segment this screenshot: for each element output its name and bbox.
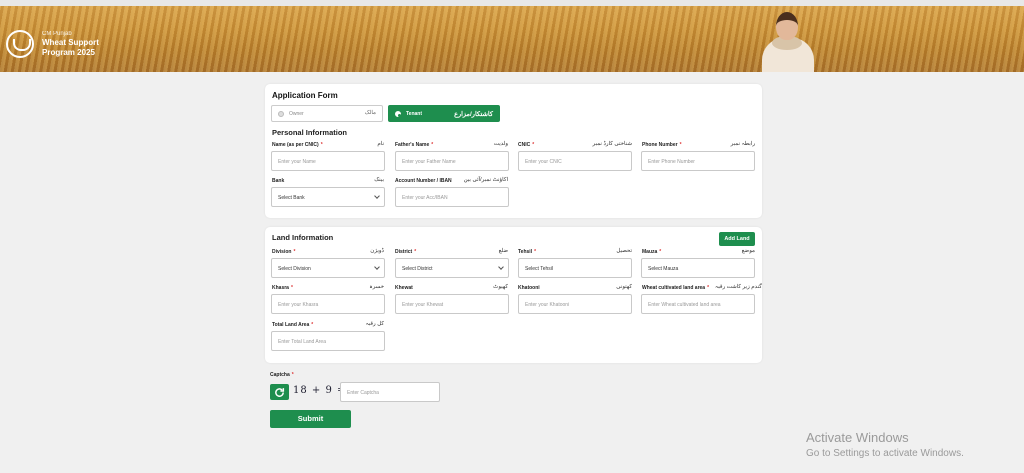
program-small-label: CM Punjab	[42, 31, 72, 37]
tenant-option[interactable]: Tenant کاشتکار/مزارع	[388, 105, 500, 122]
account-label: Account Number / IBAN	[395, 178, 452, 184]
division-urdu-label: ڈویژن	[370, 248, 384, 254]
tenant-urdu-label: کاشتکار/مزارع	[454, 111, 493, 118]
tenant-label: Tenant	[406, 111, 423, 117]
wheat-area-label: Wheat cultivated land area *	[642, 285, 710, 291]
division-select-value: Select Division	[278, 266, 311, 272]
tehsil-select[interactable]: Select Tehsil	[518, 258, 632, 278]
account-input[interactable]: Enter your Acc/IBAN	[395, 187, 509, 207]
khewat-urdu-label: کھیوٹ	[493, 284, 508, 290]
total-area-urdu-label: کل رقبہ	[365, 321, 384, 327]
owner-urdu-label: مالک	[364, 110, 376, 116]
owner-label: Owner	[289, 111, 304, 117]
division-select[interactable]: Select Division	[271, 258, 385, 278]
activate-windows-subtitle: Go to Settings to activate Windows.	[806, 448, 964, 459]
bank-urdu-label: بینک	[374, 177, 384, 183]
chevron-down-icon	[374, 193, 380, 199]
top-band	[0, 0, 1024, 6]
district-label: District *	[395, 249, 417, 255]
total-area-input[interactable]: Enter Total Land Area	[271, 331, 385, 351]
refresh-icon	[275, 387, 285, 397]
khewat-input[interactable]: Enter your Khewat	[395, 294, 509, 314]
land-info-title: Land Information	[272, 233, 334, 242]
cnic-urdu-label: شناختی کارڈ نمبر	[592, 141, 632, 147]
cnic-label: CNIC *	[518, 142, 535, 148]
father-name-input[interactable]: Enter your Father Name	[395, 151, 509, 171]
tehsil-urdu-label: تحصیل	[616, 248, 632, 254]
chevron-down-icon	[374, 264, 380, 270]
bank-label: Bank	[272, 178, 285, 184]
total-area-label: Total Land Area *	[272, 322, 314, 328]
division-label: Division *	[272, 249, 296, 255]
name-input[interactable]: Enter your Name	[271, 151, 385, 171]
punjab-logo-icon	[6, 30, 34, 58]
khasra-label: Khasra *	[272, 285, 293, 291]
personal-info-title: Personal Information	[272, 128, 348, 137]
captcha-challenge: 18 + 9 =	[293, 385, 347, 396]
phone-input[interactable]: Enter Phone Number	[641, 151, 755, 171]
khasra-input[interactable]: Enter your Khasra	[271, 294, 385, 314]
captcha-label: Captcha *	[270, 372, 294, 378]
owner-radio[interactable]	[278, 111, 284, 117]
add-land-button[interactable]: Add Land	[719, 232, 755, 246]
khatooni-input[interactable]: Enter your Khatooni	[518, 294, 632, 314]
captcha-input[interactable]: Enter Captcha	[340, 382, 440, 402]
chevron-down-icon	[498, 264, 504, 270]
wheat-field-background	[0, 0, 1024, 72]
district-select[interactable]: Select District	[395, 258, 509, 278]
wheat-area-urdu-label: گندم زیر کاشت رقبہ	[715, 284, 762, 290]
khatooni-urdu-label: کھتونی	[616, 284, 632, 290]
activate-windows-title: Activate Windows	[806, 430, 909, 445]
bank-select[interactable]: Select Bank	[271, 187, 385, 207]
cnic-input[interactable]: Enter your CNIC	[518, 151, 632, 171]
district-select-value: Select District	[402, 266, 433, 272]
tenant-radio[interactable]	[395, 111, 401, 117]
owner-option[interactable]: Owner مالک	[271, 105, 383, 122]
mauza-label: Mauza *	[642, 249, 662, 255]
khatooni-label: Khatooni	[518, 285, 540, 291]
wheat-area-input[interactable]: Enter Wheat cultivated land area	[641, 294, 755, 314]
district-urdu-label: ضلع	[498, 248, 508, 254]
father-name-label: Father's Name *	[395, 142, 434, 148]
khewat-label: Khewat	[395, 285, 413, 291]
submit-button[interactable]: Submit	[270, 410, 351, 428]
refresh-captcha-button[interactable]	[270, 384, 289, 400]
name-label: Name (as per CNIC) *	[272, 142, 323, 148]
tehsil-label: Tehsil *	[518, 249, 537, 255]
khasra-urdu-label: خسرہ	[369, 284, 384, 290]
phone-label: Phone Number *	[642, 142, 682, 148]
program-name-line2: Program 2025	[42, 48, 95, 57]
program-name-line1: Wheat Support	[42, 38, 99, 47]
bank-select-value: Select Bank	[278, 195, 305, 201]
father-name-urdu-label: ولدیت	[493, 141, 508, 147]
mauza-select[interactable]: Select Mauza	[641, 258, 755, 278]
phone-urdu-label: رابطہ نمبر	[730, 141, 755, 147]
program-brand: CM Punjab Wheat Support Program 2025	[42, 31, 99, 57]
header-banner: CM Punjab Wheat Support Program 2025	[0, 0, 1024, 72]
application-form-title: Application Form	[272, 91, 338, 100]
name-urdu-label: نام	[377, 141, 384, 147]
mauza-urdu-label: موضع	[741, 248, 755, 254]
chief-minister-portrait	[758, 8, 818, 72]
account-urdu-label: اکاؤنٹ نمبر/آئی بین	[463, 177, 508, 183]
